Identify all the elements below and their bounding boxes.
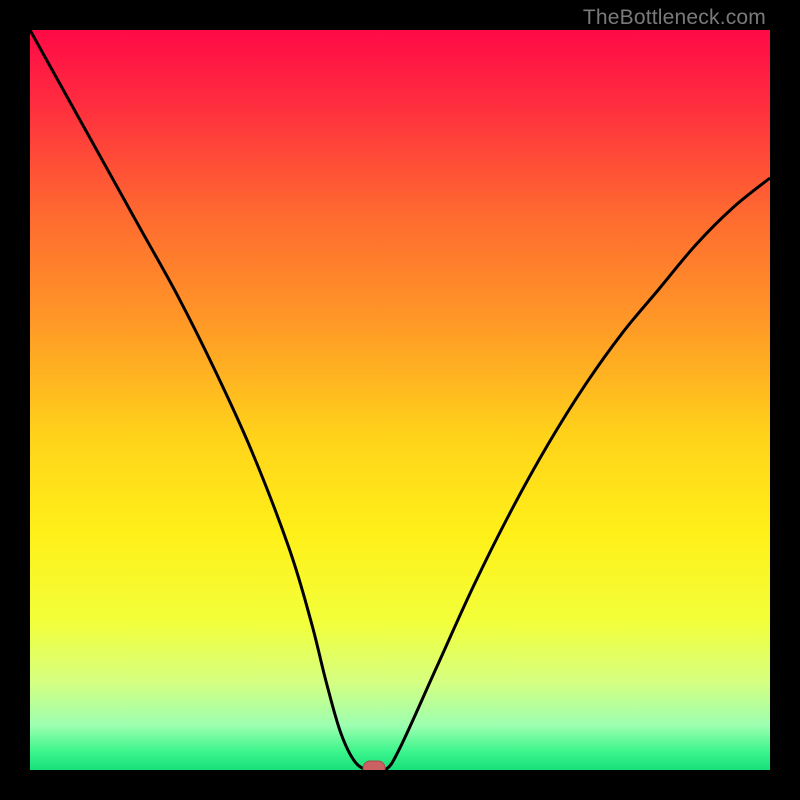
chart-frame: TheBottleneck.com (0, 0, 800, 800)
plot-area (30, 30, 770, 770)
optimal-marker (363, 761, 385, 770)
gradient-background (30, 30, 770, 770)
watermark-text: TheBottleneck.com (583, 6, 766, 30)
chart-svg (30, 30, 770, 770)
